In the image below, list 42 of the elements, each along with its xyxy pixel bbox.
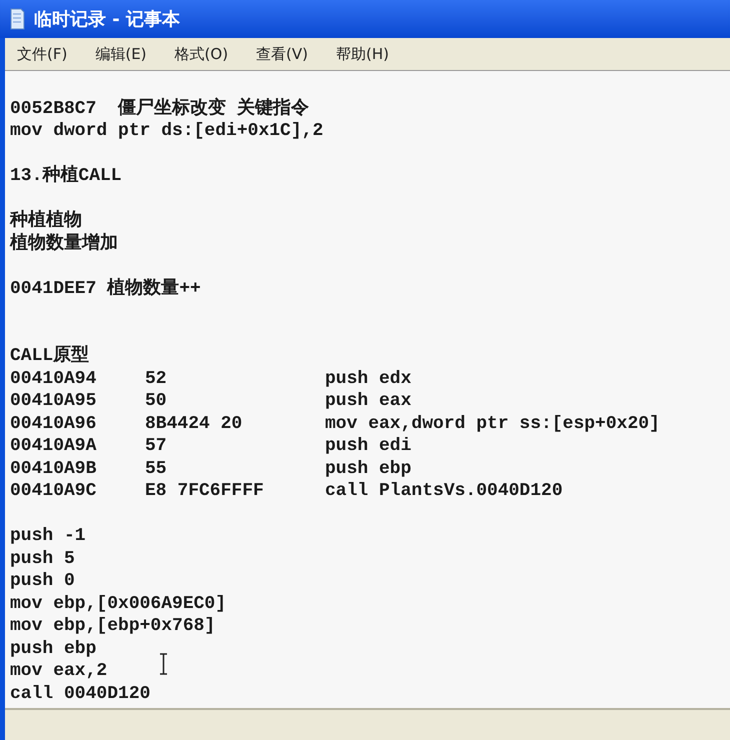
code-text: push edx — [325, 368, 412, 390]
code-text: 00410A94 — [10, 368, 98, 390]
text-line: 植物数量增加 — [10, 232, 118, 255]
text-area[interactable] — [5, 70, 730, 708]
menu-item[interactable]: 编辑(E) — [95, 42, 147, 66]
text-line: CALL原型 — [10, 345, 90, 368]
text-cursor-icon — [159, 653, 168, 675]
text-line: push 5 — [10, 548, 75, 570]
window-title: 临时记录 - 记事本 — [34, 8, 180, 32]
text-line: 0052B8C7 僵尸坐标改变 关键指令 — [10, 98, 309, 120]
code-text: 57 — [145, 435, 168, 458]
code-text: 00410A9A — [10, 435, 98, 458]
text-line: 13.种植CALL — [10, 165, 122, 188]
notepad-icon — [8, 8, 26, 30]
code-text: 00410A9C — [10, 480, 98, 502]
text-line: mov eax,2 — [10, 660, 108, 682]
code-text: 00410A96 — [10, 412, 98, 435]
code-text: 52 — [145, 368, 168, 390]
text-line: call 0040D120 — [10, 682, 150, 705]
code-text: 55 — [145, 458, 168, 480]
code-text: mov eax,dword ptr ss:[esp+0x20] — [325, 412, 660, 435]
code-text: 00410A95 — [10, 390, 98, 412]
code-text: push edi — [325, 435, 412, 458]
code-text: 00410A9B — [10, 458, 98, 480]
menu-item[interactable]: 查看(V) — [256, 42, 308, 66]
text-line: 0041DEE7 植物数量++ — [10, 278, 201, 300]
text-line: push ebp — [10, 638, 96, 660]
code-text: 8B4424 20 — [145, 412, 244, 435]
text-line: push -1 — [10, 525, 86, 548]
text-line: push 0 — [10, 570, 75, 592]
code-text: E8 7FC6FFFF — [145, 480, 265, 502]
code-text: 50 — [145, 390, 168, 412]
text-line: 种植植物 — [10, 210, 82, 232]
text-line: mov ebp,[0x006A9EC0] — [10, 592, 226, 615]
code-text: call PlantsVs.0040D120 — [325, 480, 563, 502]
menu-item[interactable]: 帮助(H) — [336, 42, 389, 66]
menu-item[interactable]: 文件(F) — [17, 42, 68, 66]
code-text: push ebp — [325, 458, 412, 480]
text-line: mov ebp,[ebp+0x768] — [10, 615, 216, 638]
menu-item[interactable]: 格式(O) — [174, 42, 228, 66]
text-line: mov dword ptr ds:[edi+0x1C],2 — [10, 120, 324, 142]
code-text: push eax — [325, 390, 412, 412]
